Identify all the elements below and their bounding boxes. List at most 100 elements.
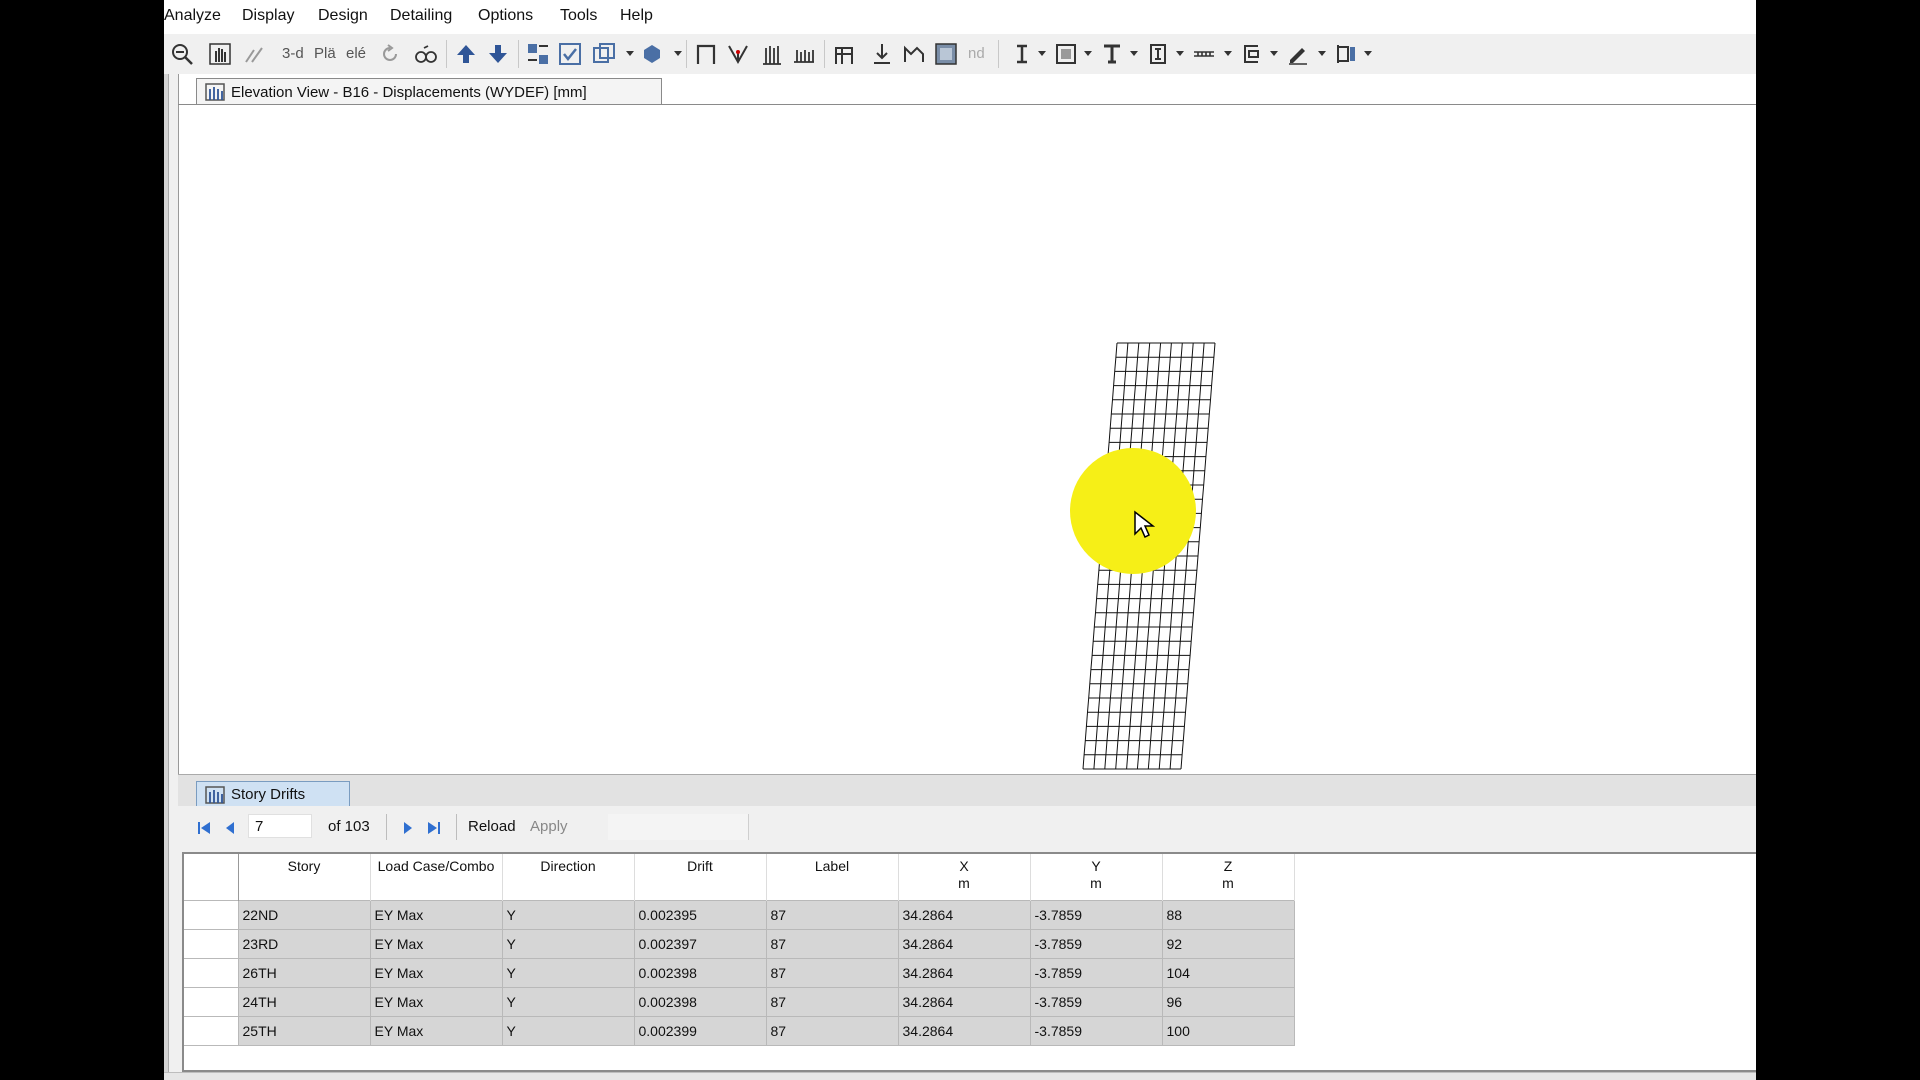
table-cell[interactable]: 25TH <box>237 1016 371 1046</box>
check-icon[interactable] <box>558 42 582 66</box>
column-header[interactable]: Story <box>238 854 371 901</box>
table-cell[interactable]: Y <box>501 1016 635 1046</box>
row-selector[interactable] <box>184 987 239 1017</box>
table-cell[interactable]: EY Max <box>369 987 503 1017</box>
i-section-icon[interactable] <box>1146 42 1170 66</box>
row-header-corner[interactable] <box>184 854 239 901</box>
table-cell[interactable]: 87 <box>765 987 899 1017</box>
frame-icon[interactable] <box>694 42 718 66</box>
row-selector[interactable] <box>184 958 239 988</box>
table-cell[interactable]: Y <box>501 987 635 1017</box>
floor-grid-icon[interactable] <box>792 42 816 66</box>
table-cell[interactable]: 0.002397 <box>633 929 767 959</box>
rotate-icon[interactable] <box>378 42 402 66</box>
object-shrink-icon[interactable] <box>640 42 664 66</box>
next-record-button[interactable] <box>400 820 416 836</box>
table-cell[interactable]: 87 <box>765 958 899 988</box>
table-cell[interactable]: -3.7859 <box>1029 929 1163 959</box>
column-header[interactable]: Ym <box>1030 854 1163 901</box>
move-up-icon[interactable] <box>454 42 478 66</box>
fill-icon[interactable] <box>934 42 958 66</box>
row-selector[interactable] <box>184 929 239 959</box>
table-cell[interactable]: 22ND <box>237 900 371 930</box>
pan-icon[interactable] <box>208 42 232 66</box>
table-cell[interactable]: Y <box>501 900 635 930</box>
record-number-input[interactable]: 7 <box>248 814 312 838</box>
table-cell[interactable]: 100 <box>1161 1016 1295 1046</box>
menu-design[interactable]: Design <box>318 7 368 25</box>
link-icon[interactable] <box>1240 42 1264 66</box>
zoom-out-icon[interactable] <box>170 42 194 66</box>
menu-display[interactable]: Display <box>242 7 294 25</box>
table-cell[interactable]: 0.002398 <box>633 958 767 988</box>
brace-icon[interactable] <box>726 42 750 66</box>
table-cell[interactable]: 23RD <box>237 929 371 959</box>
previous-record-button[interactable] <box>222 820 238 836</box>
nd-icon[interactable]: nd <box>968 45 985 62</box>
table-cell[interactable]: 104 <box>1161 958 1295 988</box>
tab-story-drifts[interactable]: Story Drifts <box>196 781 350 807</box>
draw-pen-icon[interactable] <box>1286 42 1310 66</box>
tab-elevation-view[interactable]: Elevation View - B16 - Displacements (WY… <box>196 78 662 105</box>
table-cell[interactable]: 87 <box>765 929 899 959</box>
table-cell[interactable]: EY Max <box>369 929 503 959</box>
table-cell[interactable]: EY Max <box>369 1016 503 1046</box>
beam-icon[interactable] <box>1010 42 1034 66</box>
table-cell[interactable]: EY Max <box>369 900 503 930</box>
column-header[interactable]: Load Case/Combo <box>370 854 503 901</box>
table-cell[interactable]: 34.2864 <box>897 1016 1031 1046</box>
rubber-band-icon[interactable] <box>242 42 266 66</box>
table-cell[interactable]: 88 <box>1161 900 1295 930</box>
table-row[interactable]: 23RD EY Max Y 0.002397 87 34.2864 -3.785… <box>184 929 1295 959</box>
table-cell[interactable]: -3.7859 <box>1029 958 1163 988</box>
table-row[interactable]: 25TH EY Max Y 0.002399 87 34.2864 -3.785… <box>184 1016 1295 1046</box>
column-header[interactable]: Xm <box>898 854 1031 901</box>
table-cell[interactable]: -3.7859 <box>1029 900 1163 930</box>
row-selector[interactable] <box>184 900 239 930</box>
apply-button[interactable]: Apply <box>530 818 568 835</box>
menu-help[interactable]: Help <box>620 7 653 25</box>
table-cell[interactable]: Y <box>501 958 635 988</box>
select-objects-icon[interactable] <box>526 42 550 66</box>
perspective-icon[interactable] <box>414 42 438 66</box>
table-row[interactable]: 22ND EY Max Y 0.002395 87 34.2864 -3.785… <box>184 900 1295 930</box>
table-cell[interactable]: 92 <box>1161 929 1295 959</box>
wall-icon[interactable] <box>760 42 784 66</box>
table-cell[interactable]: EY Max <box>369 958 503 988</box>
table-cell[interactable]: 24TH <box>237 987 371 1017</box>
reload-button[interactable]: Reload <box>468 818 516 835</box>
table-cell[interactable]: 34.2864 <box>897 929 1031 959</box>
menu-tools[interactable]: Tools <box>560 7 597 25</box>
table-cell[interactable]: 87 <box>765 1016 899 1046</box>
column-header[interactable]: Drift <box>634 854 767 901</box>
table-cell[interactable]: 34.2864 <box>897 900 1031 930</box>
elevation-view-icon[interactable]: elé <box>346 45 366 62</box>
table-cell[interactable]: 34.2864 <box>897 958 1031 988</box>
table-cell[interactable]: 34.2864 <box>897 987 1031 1017</box>
section-cut-icon[interactable] <box>902 42 926 66</box>
intersect-icon[interactable] <box>592 42 616 66</box>
table-cell[interactable]: -3.7859 <box>1029 987 1163 1017</box>
ruler-icon[interactable] <box>1192 42 1216 66</box>
move-down-icon[interactable] <box>486 42 510 66</box>
point-load-icon[interactable] <box>870 42 894 66</box>
table-cell[interactable]: 26TH <box>237 958 371 988</box>
table-cell[interactable]: -3.7859 <box>1029 1016 1163 1046</box>
table-cell[interactable]: 0.002395 <box>633 900 767 930</box>
table-cell[interactable]: 87 <box>765 900 899 930</box>
table-cell[interactable]: 0.002398 <box>633 987 767 1017</box>
model-canvas[interactable] <box>179 105 1756 774</box>
column-header[interactable]: Label <box>766 854 899 901</box>
column-icon[interactable] <box>1100 42 1124 66</box>
menu-detailing[interactable]: Detailing <box>390 7 452 25</box>
menu-options[interactable]: Options <box>478 7 533 25</box>
table-row[interactable]: 24TH EY Max Y 0.002398 87 34.2864 -3.785… <box>184 987 1295 1017</box>
last-record-button[interactable] <box>426 820 442 836</box>
portal-frame-icon[interactable] <box>832 42 856 66</box>
row-selector[interactable] <box>184 1016 239 1046</box>
column-frame-icon[interactable] <box>1334 42 1358 66</box>
left-splitter[interactable] <box>164 74 169 1074</box>
table-cell[interactable]: 0.002399 <box>633 1016 767 1046</box>
menu-analyze[interactable]: Analyze <box>164 7 221 25</box>
plan-view-icon[interactable]: Plä <box>314 45 336 62</box>
